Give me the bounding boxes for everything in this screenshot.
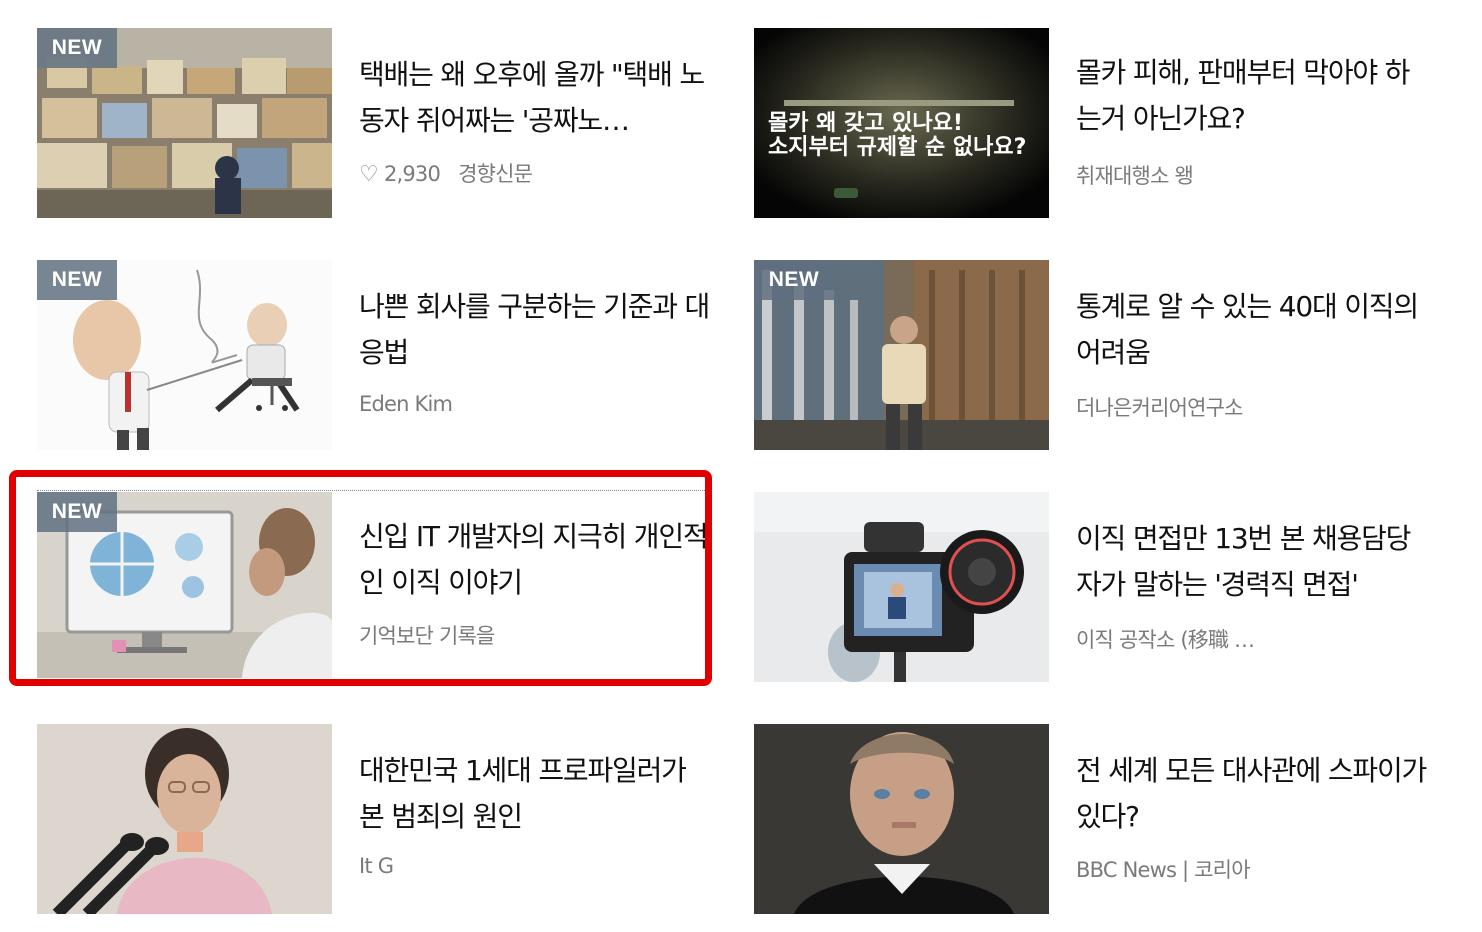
article-card[interactable]: 전 세계 모든 대사관에 스파이가 있다? BBC News | 코리아 — [754, 724, 1454, 914]
thumb-caption-line1: 몰카 왜 갖고 있나요! — [768, 111, 963, 136]
article-title[interactable]: 신입 IT 개발자의 지극히 개인적인 이직 이야기 — [359, 514, 714, 606]
new-badge: NEW — [37, 492, 117, 532]
article-title[interactable]: 이직 면접만 13번 본 채용담당자가 말하는 '경력직 면접' — [1076, 516, 1431, 608]
article-title[interactable]: 통계로 알 수 있는 40대 이직의 어려움 — [1076, 284, 1431, 376]
thumb-caption-line2: 소지부터 규제할 순 없나요? — [768, 135, 1026, 160]
article-title[interactable]: 택배는 왜 오후에 올까 "택배 노동자 쥐어짜는 '공짜노… — [359, 52, 714, 144]
article-meta: 더나은커리어연구소 — [1076, 392, 1243, 422]
article-thumbnail[interactable]: NEW — [754, 260, 1049, 450]
heart-icon: ♡ — [359, 162, 379, 187]
like-count: 2,930 — [383, 162, 441, 186]
article-source: 취재대행소 왱 — [1076, 164, 1194, 188]
article-card[interactable]: NEW 택배는 왜 오후에 올까 "택배 노동자 쥐어짜는 '공짜노… ♡ 2,9… — [37, 28, 737, 218]
focus-dotted-outline — [37, 490, 705, 491]
article-source: 기억보단 기록을 — [359, 624, 495, 648]
article-card[interactable]: 몰카 왜 갖고 있나요! 소지부터 규제할 순 없나요? 몰카 피해, 판매부터… — [754, 28, 1454, 218]
article-meta: It G — [359, 854, 394, 878]
article-thumbnail[interactable] — [754, 492, 1049, 682]
article-thumbnail[interactable]: NEW — [37, 28, 332, 218]
article-thumbnail[interactable] — [754, 724, 1049, 914]
article-thumbnail[interactable]: NEW — [37, 492, 332, 678]
article-thumbnail[interactable] — [37, 724, 332, 914]
article-thumbnail[interactable]: 몰카 왜 갖고 있나요! 소지부터 규제할 순 없나요? — [754, 28, 1049, 218]
article-card[interactable]: 대한민국 1세대 프로파일러가 본 범죄의 원인 It G — [37, 724, 737, 914]
new-badge: NEW — [37, 28, 117, 68]
article-card-highlighted[interactable]: NEW 신입 IT 개발자의 지극히 개인적인 이직 이야기 기억보단 기록을 — [37, 492, 737, 682]
man-in-tuxedo-image — [754, 724, 1049, 914]
tv-screen-image: 몰카 왜 갖고 있나요! 소지부터 규제할 순 없나요? — [754, 28, 1049, 218]
article-meta: Eden Kim — [359, 392, 453, 416]
article-meta: ♡ 2,930 경향신문 — [359, 158, 533, 188]
article-thumbnail[interactable]: NEW — [37, 260, 332, 450]
article-card[interactable]: NEW 통계로 알 수 있는 40대 이직의 어려움 더나은커리어연구소 — [754, 260, 1454, 450]
article-source: 더나은커리어연구소 — [1076, 396, 1243, 420]
new-badge: NEW — [754, 260, 834, 300]
speaker-at-microphone-image — [37, 724, 332, 914]
article-title[interactable]: 전 세계 모든 대사관에 스파이가 있다? — [1076, 748, 1431, 840]
article-title[interactable]: 나쁜 회사를 구분하는 기준과 대응법 — [359, 284, 714, 376]
article-source: 이직 공작소 (移職 … — [1076, 628, 1255, 652]
article-source: BBC News | 코리아 — [1076, 858, 1251, 882]
article-meta: 기억보단 기록을 — [359, 620, 495, 650]
article-title[interactable]: 몰카 피해, 판매부터 막아야 하는거 아닌가요? — [1076, 50, 1431, 142]
new-badge: NEW — [37, 260, 117, 300]
article-meta: 취재대행소 왱 — [1076, 160, 1194, 190]
camera-interview-image — [754, 492, 1049, 682]
article-source: It G — [359, 854, 394, 878]
article-title[interactable]: 대한민국 1세대 프로파일러가 본 범죄의 원인 — [359, 748, 714, 840]
article-card[interactable]: 이직 면접만 13번 본 채용담당자가 말하는 '경력직 면접' 이직 공작소 … — [754, 492, 1454, 682]
article-meta: BBC News | 코리아 — [1076, 854, 1251, 884]
article-source: 경향신문 — [458, 162, 533, 186]
article-meta: 이직 공작소 (移職 … — [1076, 624, 1255, 654]
article-card[interactable]: NEW 나쁜 회사를 구분하는 기준과 대응법 Eden Kim — [37, 260, 737, 450]
article-source: Eden Kim — [359, 392, 453, 416]
